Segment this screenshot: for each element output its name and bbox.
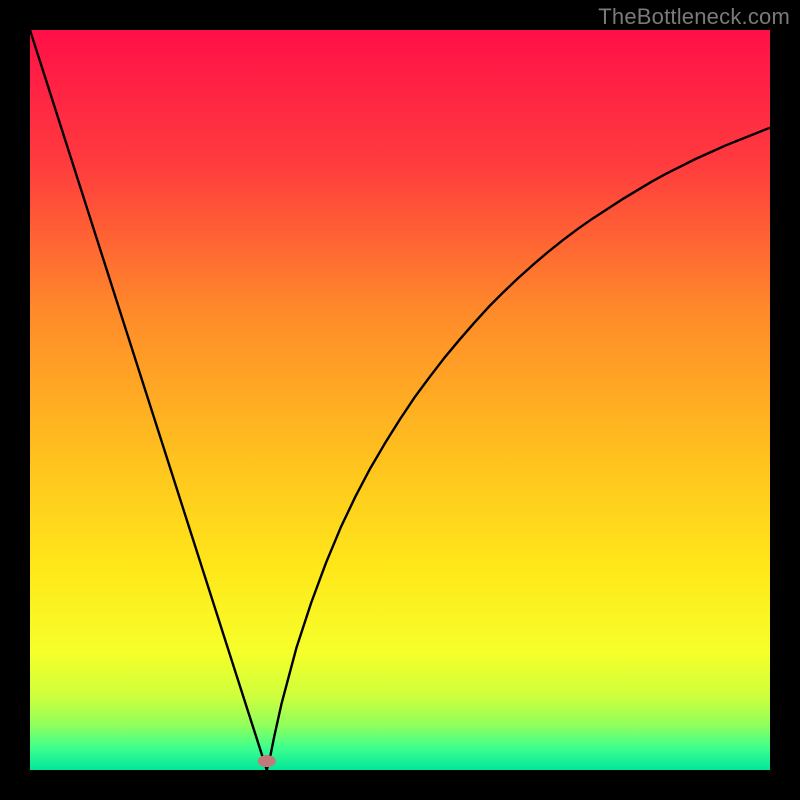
gradient-background <box>30 30 770 770</box>
chart-frame: TheBottleneck.com <box>0 0 800 800</box>
bottleneck-chart <box>30 30 770 770</box>
plot-area <box>30 30 770 770</box>
minimum-marker <box>258 755 276 767</box>
watermark-text: TheBottleneck.com <box>598 4 790 30</box>
